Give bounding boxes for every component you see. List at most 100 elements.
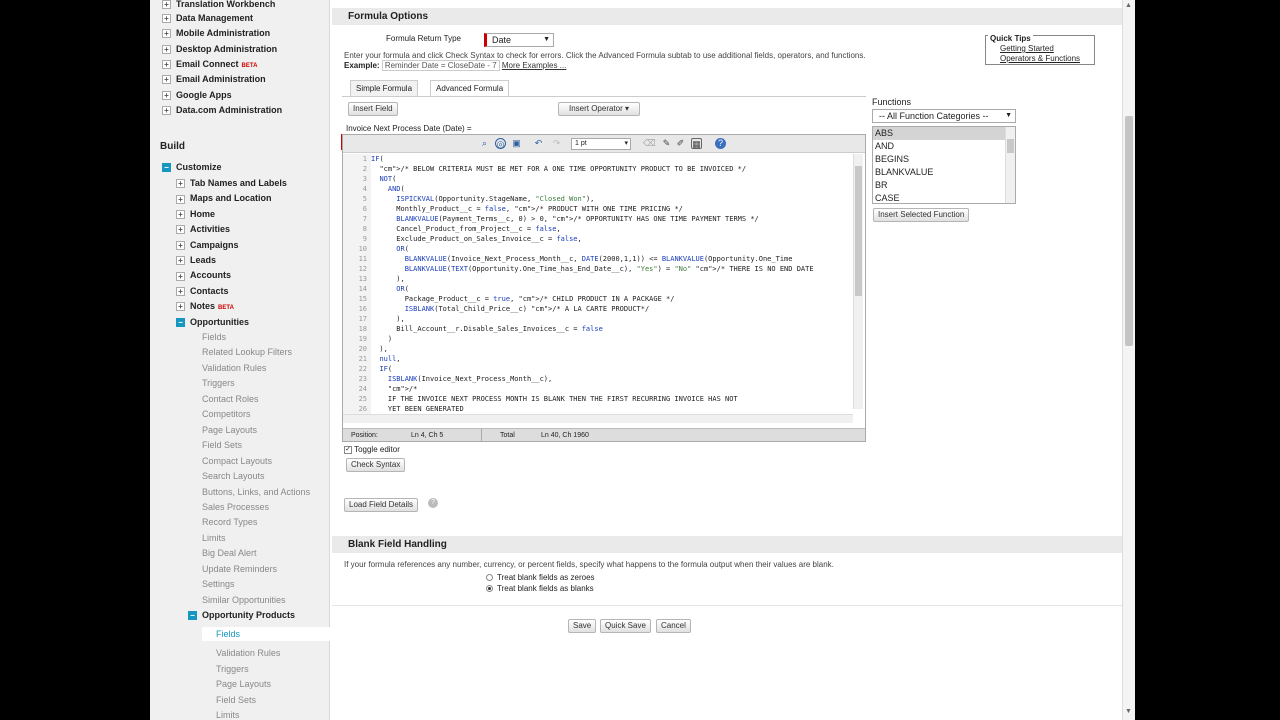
code-text[interactable]: "cm">/* [371, 385, 418, 393]
sidebar-item[interactable]: + Contacts [176, 284, 229, 298]
code-line[interactable]: 22 IF( [343, 364, 853, 374]
sidebar-item[interactable]: + Accounts [176, 268, 231, 282]
expand-icon[interactable]: + [176, 256, 185, 266]
sidebar-item[interactable]: + Leads [176, 253, 216, 267]
code-line[interactable]: 19 ) [343, 334, 853, 344]
getting-started-link[interactable]: Getting Started [1000, 44, 1054, 53]
expand-icon[interactable]: + [162, 0, 171, 10]
code-line[interactable]: 5 ISPICKVAL(Opportunity.StageName, "Clos… [343, 194, 853, 204]
code-text[interactable]: Bill_Account__r.Disable_Sales_Invoices__… [371, 325, 603, 333]
editor-vscrollbar[interactable] [853, 154, 863, 409]
formula-code[interactable]: 1 IF(2 "cm">/* BELOW CRITERIA MUST BE MET… [343, 154, 853, 414]
code-line[interactable]: 12 BLANKVALUE(TEXT(Opportunity.One_Time_… [343, 264, 853, 274]
save-button[interactable]: Save [568, 619, 597, 633]
sidebar-subitem[interactable]: Limits [202, 531, 226, 545]
check-syntax-button[interactable]: Check Syntax [346, 458, 406, 472]
insert-selected-function-button[interactable]: Insert Selected Function [873, 208, 970, 222]
scroll-thumb[interactable] [1125, 116, 1133, 346]
function-item[interactable]: BEGINS [873, 153, 1015, 166]
sidebar-item[interactable]: + Data Management [162, 11, 253, 25]
function-item[interactable]: CASE [873, 192, 1015, 203]
code-line[interactable]: 26 YET BEEN GENERATED [343, 404, 853, 414]
sidebar-item[interactable]: + Mobile Administration [162, 26, 270, 40]
code-text[interactable]: Monthly_Product__c = false, "cm">/* PROD… [371, 205, 683, 213]
sidebar-subitem[interactable]: Big Deal Alert [202, 546, 257, 560]
code-text[interactable]: ), [371, 345, 387, 353]
sidebar-subitem[interactable]: Validation Rules [202, 646, 330, 660]
sidebar-subitem[interactable]: Validation Rules [202, 361, 266, 375]
code-text[interactable]: AND( [371, 185, 405, 193]
insert-field-button[interactable]: Insert Field [348, 102, 398, 116]
code-text[interactable]: ISBLANK(Invoice_Next_Process_Month__c), [371, 375, 552, 383]
sidebar-item[interactable]: + Notes BETA [176, 299, 234, 313]
scroll-up-icon[interactable]: ▲ [1125, 2, 1132, 9]
code-line[interactable]: 15 Package_Product__c = true, "cm">/* CH… [343, 294, 853, 304]
code-line[interactable]: 18 Bill_Account__r.Disable_Sales_Invoice… [343, 324, 853, 334]
sidebar-subitem[interactable]: Triggers [202, 662, 330, 676]
sidebar-subitem[interactable]: Update Reminders [202, 562, 277, 576]
function-item[interactable]: ABS [873, 127, 1015, 140]
sidebar-subitem[interactable]: Record Types [202, 515, 257, 529]
scroll-thumb[interactable] [1007, 139, 1014, 153]
sidebar-subitem[interactable]: Competitors [202, 407, 251, 421]
scroll-down-icon[interactable]: ▼ [1125, 708, 1132, 715]
code-line[interactable]: 3 NOT( [343, 174, 853, 184]
code-text[interactable]: ISBLANK(Total_Child_Price__c) "cm">/* A … [371, 305, 649, 313]
eraser-icon[interactable]: ⌫ [643, 138, 656, 149]
sidebar-item[interactable]: + Email Administration [162, 72, 266, 86]
function-item[interactable]: BLANKVALUE [873, 166, 1015, 179]
info-icon[interactable]: ? [428, 498, 438, 508]
sidebar-item[interactable]: + Desktop Administration [162, 42, 277, 56]
redo-icon[interactable]: ↷ [551, 138, 562, 149]
code-line[interactable]: 8 Cancel_Product_from_Project__c = false… [343, 224, 853, 234]
grid-icon[interactable]: ▦ [691, 138, 702, 149]
sidebar-item-customize[interactable]: − Customize [162, 160, 222, 174]
window-icon[interactable]: ▣ [511, 138, 522, 149]
code-line[interactable]: 17 ), [343, 314, 853, 324]
expand-icon[interactable]: + [176, 240, 185, 250]
code-text[interactable]: ISPICKVAL(Opportunity.StageName, "Closed… [371, 195, 594, 203]
code-text[interactable]: BLANKVALUE(Invoice_Next_Process_Month__c… [371, 255, 793, 263]
formula-editor[interactable]: ⌕ ◎ ▣ ↶ ↷ 1 pt ▾ ⌫ ✎ ✐ ▦ ? 1 IF(2 "cm">/* … [342, 134, 866, 442]
code-text[interactable]: OR( [371, 245, 409, 253]
code-line[interactable]: 9 Exclude_Product_on_Sales_Invoice__c = … [343, 234, 853, 244]
tab-simple-formula[interactable]: Simple Formula [350, 80, 419, 96]
code-line[interactable]: 25 IF THE INVOICE NEXT PROCESS MONTH IS … [343, 394, 853, 404]
sidebar-subitem[interactable]: Similar Opportunities [202, 593, 286, 607]
undo-icon[interactable]: ↶ [533, 138, 544, 149]
editor-hscrollbar[interactable] [343, 414, 853, 423]
code-line[interactable]: 1 IF( [343, 154, 853, 164]
code-line[interactable]: 14 OR( [343, 284, 853, 294]
cancel-button[interactable]: Cancel [656, 619, 691, 633]
option-blanks[interactable]: Treat blank fields as blanks [486, 584, 594, 593]
code-line[interactable]: 7 BLANKVALUE(Payment_Terms__c, 0) > 0, "… [343, 214, 853, 224]
code-text[interactable]: null, [371, 355, 400, 363]
sidebar-item[interactable]: + Translation Workbench [162, 0, 275, 11]
expand-icon[interactable]: + [162, 29, 171, 39]
expand-icon[interactable]: + [162, 75, 171, 85]
expand-icon[interactable]: + [176, 271, 185, 281]
sidebar-subitem[interactable]: Sales Processes [202, 500, 269, 514]
code-text[interactable]: YET BEEN GENERATED [371, 405, 464, 413]
code-line[interactable]: 20 ), [343, 344, 853, 354]
code-text[interactable]: IF( [371, 155, 384, 163]
sidebar-item[interactable]: + Tab Names and Labels [176, 176, 287, 190]
return-type-select[interactable]: Date ▼ [484, 33, 554, 47]
code-line[interactable]: 21 null, [343, 354, 853, 364]
sidebar-subitem[interactable]: Contact Roles [202, 392, 259, 406]
sidebar-subitem[interactable]: Related Lookup Filters [202, 345, 292, 359]
code-line[interactable]: 2 "cm">/* BELOW CRITERIA MUST BE MET FOR… [343, 164, 853, 174]
page-scrollbar[interactable]: ▲ ▼ [1122, 0, 1135, 720]
font-size-select[interactable]: 1 pt ▾ [571, 138, 631, 150]
collapse-icon[interactable]: − [162, 163, 171, 173]
expand-icon[interactable]: + [176, 302, 185, 312]
operators-functions-link[interactable]: Operators & Functions [1000, 54, 1080, 63]
insert-operator-button[interactable]: Insert Operator ▾ [558, 102, 640, 116]
sidebar-item[interactable]: + Email Connect BETA [162, 57, 257, 71]
function-item[interactable]: AND [873, 140, 1015, 153]
code-line[interactable]: 4 AND( [343, 184, 853, 194]
list-scrollbar[interactable] [1005, 127, 1015, 203]
sidebar-subitem[interactable]: Buttons, Links, and Actions [202, 485, 310, 499]
sidebar-item[interactable]: + Campaigns [176, 238, 239, 252]
toggle-editor-row[interactable]: ✓ Toggle editor [344, 445, 400, 454]
